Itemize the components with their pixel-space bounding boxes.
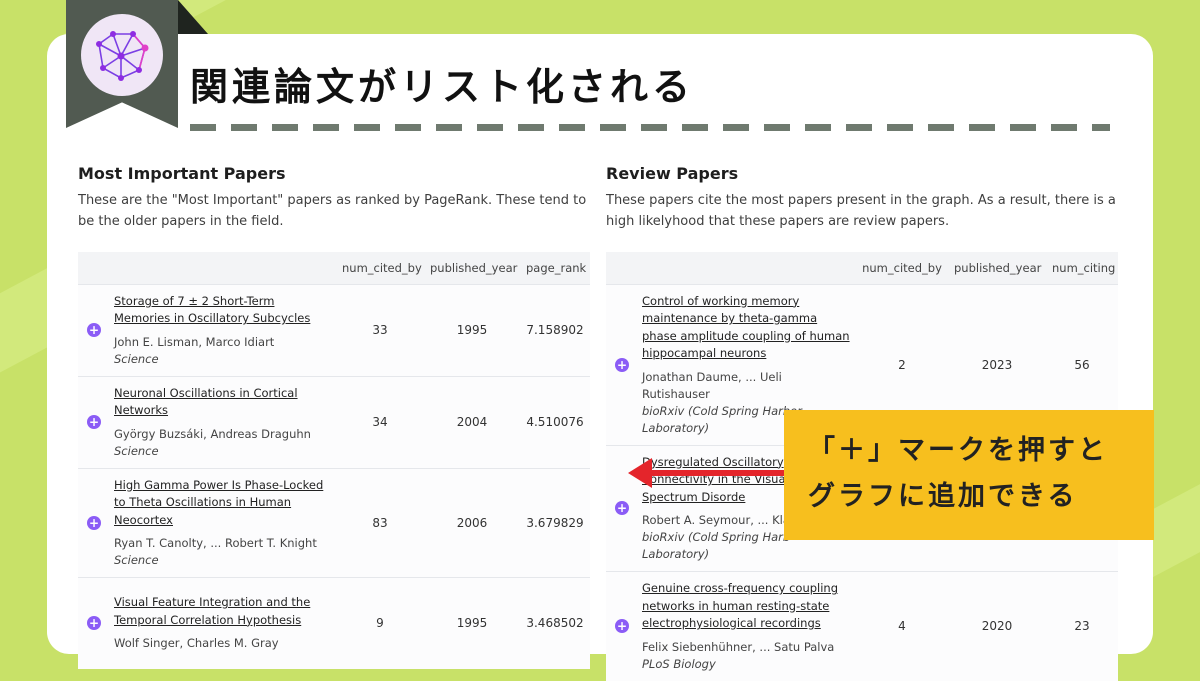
callout-line: グラフに追加できる [808, 481, 1078, 512]
paper-title-link[interactable]: Control of working memory maintenance by… [642, 293, 850, 363]
column-header[interactable]: page_rank [520, 252, 590, 284]
published-year-value: 2006 [424, 467, 520, 578]
column-header[interactable]: published_year [948, 252, 1046, 284]
num-cited-by-value: 4 [856, 571, 948, 681]
paper-authors: John E. Lisman, Marco Idiart [114, 334, 275, 349]
table-row: + Genuine cross-frequency coupling netwo… [606, 571, 1118, 681]
paper-authors: Wolf Singer, Charles M. Gray [114, 636, 279, 651]
page-rank-value: 3.468502 [520, 577, 590, 669]
page-rank-value: 7.158902 [520, 283, 590, 376]
column-header[interactable]: num_cited_by [856, 252, 948, 284]
paper-title-link[interactable]: Visual Feature Integration and the Tempo… [114, 594, 330, 629]
paper-journal: PLoS Biology [642, 656, 716, 671]
panel-description: These papers cite the most papers presen… [606, 193, 1116, 229]
papers-table: num_cited_by published_year page_rank + … [78, 252, 590, 669]
paper-title-link[interactable]: Storage of 7 ± 2 Short-Term Memories in … [114, 293, 330, 328]
paper-journal: Science [114, 351, 159, 366]
column-header[interactable]: num_citing [1046, 252, 1118, 284]
paper-authors: György Buzsáki, Andreas Draguhn [114, 426, 311, 441]
plus-circle-icon[interactable]: + [615, 357, 629, 372]
paper-title-link[interactable]: Neuronal Oscillations in Cortical Networ… [114, 385, 330, 420]
table-row: + High Gamma Power Is Phase-Locked to Th… [78, 467, 590, 578]
callout-box: 「＋」マークを押すと グラフに追加できる [784, 410, 1154, 540]
panel-description: These are the "Most Important" papers as… [78, 193, 587, 229]
table-row: + Visual Feature Integration and the Tem… [78, 577, 590, 669]
network-graph-logo [81, 14, 163, 96]
published-year-value: 2004 [424, 375, 520, 468]
paper-title-link[interactable]: Genuine cross-frequency coupling network… [642, 580, 850, 633]
paper-authors: Felix Siebenhühner, ... Satu Palva [642, 639, 835, 654]
paper-title-link[interactable]: High Gamma Power Is Phase-Locked to Thet… [114, 477, 330, 530]
published-year-value: 2020 [948, 571, 1046, 681]
page-rank-value: 4.510076 [520, 375, 590, 468]
paper-journal: Science [114, 443, 159, 458]
dashed-divider [190, 124, 1110, 131]
published-year-value: 1995 [424, 577, 520, 669]
num-cited-by-value: 33 [336, 283, 424, 376]
plus-circle-icon[interactable]: + [615, 501, 629, 516]
plus-circle-icon[interactable]: + [87, 415, 101, 429]
paper-authors: Ryan T. Canolty, ... Robert T. Knight [114, 536, 317, 550]
plus-circle-icon[interactable]: + [87, 323, 101, 337]
page-title: 関連論文がリスト化される [190, 65, 695, 109]
red-arrow [644, 470, 786, 476]
table-header: num_cited_by published_year page_rank [78, 252, 590, 284]
paper-journal: Science [114, 553, 159, 567]
column-header[interactable]: num_cited_by [336, 252, 424, 284]
plus-circle-icon[interactable]: + [87, 515, 101, 530]
page-rank-value: 3.679829 [520, 467, 590, 578]
plus-circle-icon[interactable]: + [615, 619, 629, 634]
callout-line: 「＋」マークを押すと [808, 435, 1108, 466]
column-header[interactable]: published_year [424, 252, 520, 284]
panel-heading: Most Important Papers [78, 164, 286, 183]
num-citing-value: 23 [1046, 571, 1118, 681]
published-year-value: 1995 [424, 283, 520, 376]
plus-circle-icon[interactable]: + [87, 616, 101, 631]
num-cited-by-value: 9 [336, 577, 424, 669]
table-header: num_cited_by published_year num_citing [606, 252, 1118, 284]
paper-authors: Jonathan Daume, ... Ueli Rutishauser [642, 369, 782, 401]
table-row: + Storage of 7 ± 2 Short-Term Memories i… [78, 283, 590, 376]
num-cited-by-value: 83 [336, 467, 424, 578]
num-cited-by-value: 34 [336, 375, 424, 468]
table-row: + Neuronal Oscillations in Cortical Netw… [78, 375, 590, 468]
panel-heading: Review Papers [606, 164, 739, 183]
most-important-papers-panel: Most Important Papers These are the "Mos… [78, 160, 590, 669]
